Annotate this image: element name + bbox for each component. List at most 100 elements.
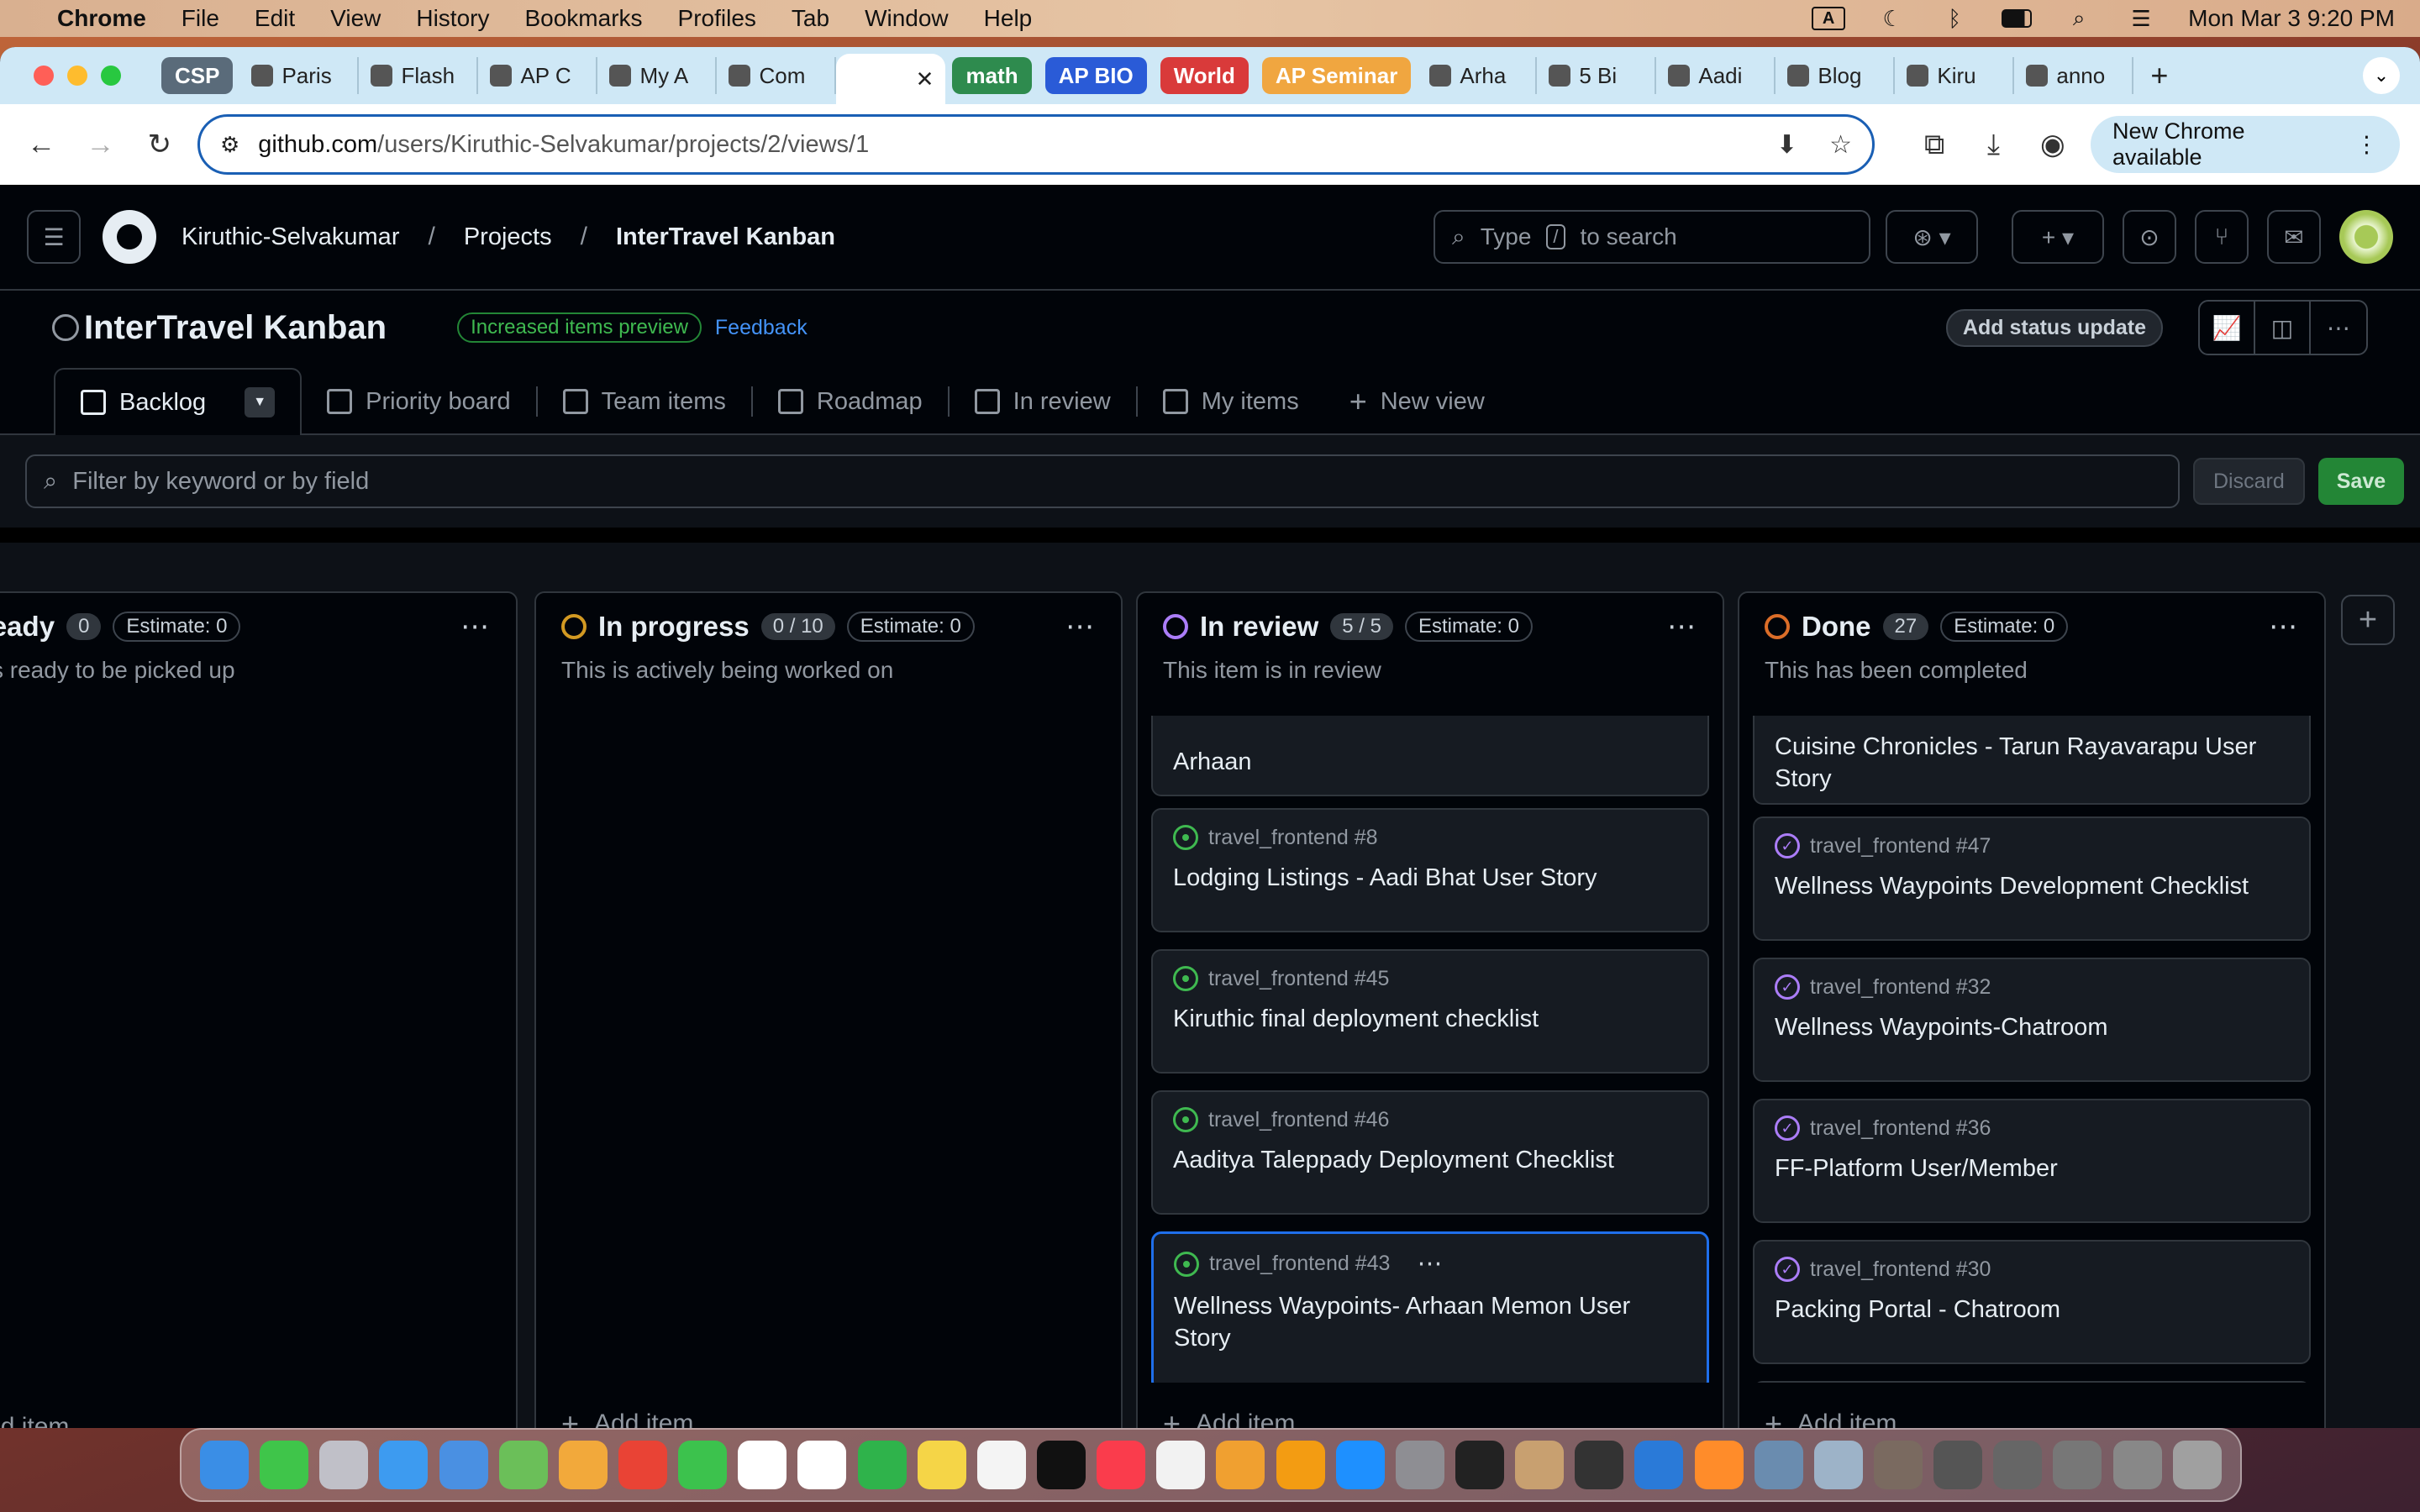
- breadcrumb-user[interactable]: Kiruthic-Selvakumar: [182, 223, 399, 251]
- new-tab-button[interactable]: +: [2150, 58, 2168, 93]
- card-title[interactable]: Kiruthic final deployment checklist: [1173, 1003, 1687, 1035]
- mail-icon[interactable]: [439, 1441, 488, 1489]
- folder3-icon[interactable]: [1993, 1441, 2043, 1489]
- add-item-button[interactable]: + Add item: [1765, 1406, 1897, 1428]
- folder4-icon[interactable]: [2053, 1441, 2102, 1489]
- browser-tab-4[interactable]: My A: [597, 57, 718, 94]
- site-info-icon[interactable]: ⚙: [220, 132, 239, 158]
- notes-icon[interactable]: [917, 1441, 966, 1489]
- facetime-icon[interactable]: [678, 1441, 728, 1489]
- spotlight-search-icon[interactable]: ⌕: [2064, 5, 2094, 30]
- item-card[interactable]: [1753, 1381, 2311, 1383]
- news-icon[interactable]: [1156, 1441, 1206, 1489]
- back-icon[interactable]: ←: [20, 123, 62, 166]
- launchpad-icon[interactable]: [319, 1441, 369, 1489]
- bluetooth-icon[interactable]: ᛒ: [1939, 6, 1970, 31]
- battery-icon[interactable]: [2002, 7, 2033, 30]
- pencil-icon[interactable]: [1694, 1441, 1744, 1489]
- chrome-menu-icon[interactable]: ⋮: [2355, 132, 2378, 158]
- view-tab-my-items[interactable]: My items: [1138, 370, 1324, 433]
- browser-tab-5[interactable]: Com: [717, 57, 837, 94]
- control-center-icon[interactable]: ☰: [2126, 6, 2156, 31]
- filter-input[interactable]: ⌕ Filter by keyword or by field: [25, 454, 2180, 508]
- reload-icon[interactable]: ↻: [139, 123, 181, 166]
- card-title[interactable]: FF-Platform User/Member: [1775, 1152, 2289, 1184]
- tv-icon[interactable]: [1036, 1441, 1086, 1489]
- tab-group-8[interactable]: AP BIO: [1044, 57, 1147, 94]
- copilot-icon[interactable]: ⊛ ▾: [1886, 210, 1978, 264]
- tab-group-9[interactable]: World: [1160, 57, 1249, 94]
- card-title[interactable]: Wellness Waypoints-Chatroom: [1775, 1011, 2289, 1043]
- add-item-button[interactable]: Add item: [0, 1413, 69, 1428]
- unity-icon[interactable]: [1575, 1441, 1624, 1489]
- column-menu-icon[interactable]: ⋯: [2269, 610, 2299, 643]
- appstore-icon[interactable]: [1335, 1441, 1385, 1489]
- new-view-button[interactable]: + New view: [1324, 370, 1510, 433]
- inbox-icon[interactable]: ✉: [2267, 210, 2321, 264]
- global-search-input[interactable]: ⌕ Type / to search: [1434, 210, 1870, 264]
- discard-button[interactable]: Discard: [2193, 458, 2305, 505]
- hamburger-menu-icon[interactable]: ☰: [27, 210, 81, 264]
- contacts-icon[interactable]: [1515, 1441, 1565, 1489]
- tab-search-button[interactable]: ⌄: [2363, 57, 2400, 94]
- project-title[interactable]: InterTravel Kanban: [84, 309, 387, 347]
- folder1-icon[interactable]: [1873, 1441, 1923, 1489]
- pull-requests-icon[interactable]: ⑂: [2195, 210, 2249, 264]
- browser-tab-16[interactable]: anno: [2014, 57, 2134, 94]
- menu-help[interactable]: Help: [984, 5, 1033, 32]
- tab-group-7[interactable]: math: [952, 57, 1032, 94]
- install-app-icon[interactable]: ⬇: [1776, 130, 1797, 160]
- address-bar[interactable]: ⚙ github.com/users/Kiruthic-Selvakumar/p…: [197, 114, 1875, 175]
- view-tab-in-review[interactable]: In review: [950, 370, 1136, 433]
- moon-icon[interactable]: ☾: [1877, 6, 1907, 31]
- finder-icon[interactable]: [200, 1441, 249, 1489]
- new-chrome-available-button[interactable]: New Chrome available ⋮: [2090, 116, 2401, 173]
- keynote-icon[interactable]: [1216, 1441, 1265, 1489]
- safari-icon[interactable]: [379, 1441, 429, 1489]
- tab-group-0[interactable]: CSP: [161, 57, 234, 94]
- quicktime-icon[interactable]: [1754, 1441, 1803, 1489]
- folder2-icon[interactable]: [1933, 1441, 1983, 1489]
- numbers-icon[interactable]: [857, 1441, 907, 1489]
- item-card[interactable]: travel_frontend #8 Lodging Listings - Aad…: [1151, 808, 1709, 932]
- item-card[interactable]: ✓ travel_frontend #32 Wellness Waypoints-C…: [1753, 958, 2311, 1082]
- music-icon[interactable]: [1097, 1441, 1146, 1489]
- profile-avatar-icon[interactable]: ◉: [2032, 123, 2074, 166]
- clock[interactable]: Mon Mar 3 9:20 PM: [2188, 5, 2395, 32]
- menu-profiles[interactable]: Profiles: [678, 5, 756, 32]
- minimize-window-button[interactable]: [67, 66, 87, 86]
- menu-tab[interactable]: Tab: [792, 5, 829, 32]
- calendar-icon[interactable]: [738, 1441, 787, 1489]
- view-tab-priority-board[interactable]: Priority board: [302, 370, 535, 433]
- item-card[interactable]: travel_frontend #46 Aaditya Taleppady Dep…: [1151, 1090, 1709, 1215]
- menu-bookmarks[interactable]: Bookmarks: [524, 5, 642, 32]
- add-item-button[interactable]: + Add item: [561, 1406, 693, 1428]
- menu-view[interactable]: View: [330, 5, 381, 32]
- bookmark-star-icon[interactable]: ☆: [1829, 130, 1852, 160]
- breadcrumb-projects[interactable]: Projects: [464, 223, 552, 251]
- active-tab[interactable]: ✕: [836, 54, 946, 104]
- create-new-icon[interactable]: + ▾: [2012, 210, 2104, 264]
- card-title[interactable]: Wellness Waypoints Development Checklist: [1775, 870, 2289, 902]
- close-window-button[interactable]: [34, 66, 54, 86]
- zoom-window-button[interactable]: [101, 66, 121, 86]
- view-tab-backlog[interactable]: Backlog ▼: [54, 368, 302, 435]
- add-column-button[interactable]: +: [2341, 595, 2395, 645]
- menu-edit[interactable]: Edit: [255, 5, 295, 32]
- card-menu-icon[interactable]: ⋯: [1417, 1249, 1442, 1278]
- item-card[interactable]: travel_frontend #45 Kiruthic final deploy…: [1151, 949, 1709, 1074]
- browser-tab-12[interactable]: 5 Bi: [1537, 57, 1657, 94]
- save-button[interactable]: Save: [2317, 458, 2405, 505]
- side-panel-icon[interactable]: ◫: [2255, 302, 2311, 354]
- menu-history[interactable]: History: [416, 5, 489, 32]
- item-card[interactable]: ✓ travel_frontend #30 Packing Portal - Cha…: [1753, 1240, 2311, 1364]
- close-tab-icon[interactable]: ✕: [916, 66, 934, 92]
- vscode-icon[interactable]: [1634, 1441, 1684, 1489]
- trash-icon[interactable]: [2172, 1441, 2222, 1489]
- menu-window[interactable]: Window: [865, 5, 949, 32]
- item-card[interactable]: Arhaan: [1151, 716, 1709, 796]
- feedback-link[interactable]: Feedback: [715, 316, 808, 340]
- pages-icon[interactable]: [1276, 1441, 1325, 1489]
- reminders-icon[interactable]: [797, 1441, 847, 1489]
- browser-tab-15[interactable]: Kiru: [1895, 57, 2015, 94]
